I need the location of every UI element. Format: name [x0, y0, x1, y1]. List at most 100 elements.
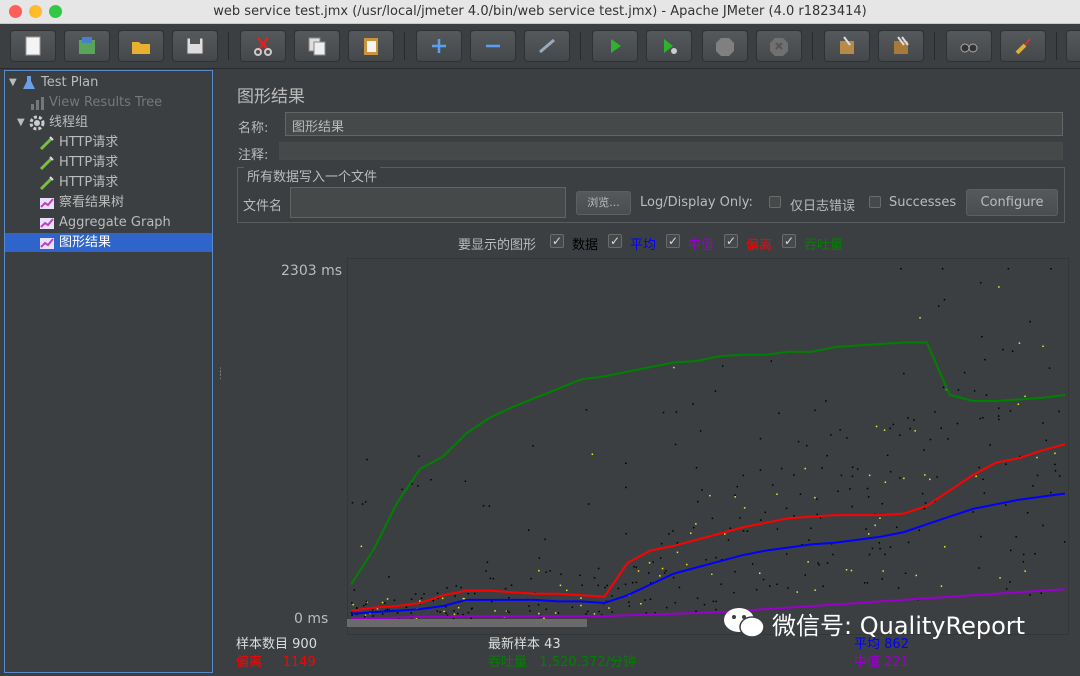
successes-checkbox[interactable]: [869, 196, 881, 208]
paste-button[interactable]: [348, 30, 394, 62]
sample-point: [759, 572, 761, 574]
sample-point: [372, 608, 374, 611]
sample-point: [528, 529, 530, 531]
sample-point: [786, 553, 788, 555]
clear-button[interactable]: [824, 30, 870, 62]
sample-point: [879, 547, 881, 550]
sample-point: [787, 587, 789, 589]
sample-point: [851, 466, 854, 468]
sample-point: [892, 423, 895, 426]
sample-point: [711, 517, 714, 520]
clear-all-button[interactable]: [878, 30, 924, 62]
sample-point: [799, 493, 802, 495]
search-button[interactable]: [946, 30, 992, 62]
tree-item-thread-group[interactable]: ▼ 线程组: [17, 113, 88, 132]
sample-point: [361, 503, 364, 505]
sample-point: [625, 462, 627, 464]
configure-button[interactable]: Configure: [966, 189, 1058, 216]
sample-point: [947, 438, 949, 440]
name-field[interactable]: 图形结果: [285, 112, 1063, 136]
tree-item-results-tree[interactable]: 察看结果树: [39, 193, 124, 212]
samples-stat: 样本数目 900: [236, 637, 317, 652]
sample-point: [903, 372, 905, 375]
sample-point: [494, 610, 496, 612]
shutdown-button[interactable]: [756, 30, 802, 62]
sample-point: [674, 443, 677, 446]
tree-item-http-request[interactable]: HTTP请求: [39, 173, 118, 192]
sample-point: [1036, 456, 1038, 459]
sample-point: [690, 532, 692, 534]
tree-item-graph-results[interactable]: 图形结果: [5, 233, 212, 252]
filename-input[interactable]: [290, 187, 566, 218]
sample-point: [1054, 470, 1057, 472]
deviation-checkbox[interactable]: ✓: [724, 234, 738, 248]
tree-item-aggregate-graph[interactable]: Aggregate Graph: [39, 213, 171, 232]
save-icon: [186, 37, 204, 55]
toggle-button[interactable]: [524, 30, 570, 62]
collapse-all-button[interactable]: [470, 30, 516, 62]
split-pane-divider[interactable]: ⋮ ⋮: [214, 70, 225, 673]
data-checkbox[interactable]: ✓: [550, 234, 564, 248]
templates-button[interactable]: [64, 30, 110, 62]
sample-point: [825, 400, 827, 402]
sample-point: [929, 478, 931, 481]
sample-point: [759, 437, 762, 440]
sample-point: [915, 574, 917, 577]
expand-arrow-icon[interactable]: ▼: [17, 113, 29, 132]
average-checkbox[interactable]: ✓: [608, 234, 622, 248]
sample-point: [1050, 268, 1052, 270]
expand-arrow-icon[interactable]: ▼: [9, 73, 21, 92]
start-no-pauses-button[interactable]: [646, 30, 692, 62]
test-plan-tree: ▼ Test Plan View Results Tree ▼ 线程组 HTTP…: [4, 70, 213, 673]
sample-point: [410, 612, 412, 614]
cut-button[interactable]: [240, 30, 286, 62]
new-button[interactable]: [10, 30, 56, 62]
throughput-checkbox[interactable]: ✓: [782, 234, 796, 248]
tree-item-http-request[interactable]: HTTP请求: [39, 153, 118, 172]
save-button[interactable]: [172, 30, 218, 62]
sample-point: [697, 501, 699, 503]
sample-point: [640, 603, 642, 605]
sample-point: [1018, 342, 1021, 344]
median-checkbox[interactable]: ✓: [666, 234, 680, 248]
sample-point: [384, 602, 386, 604]
sample-point: [608, 607, 610, 609]
sample-point: [635, 566, 637, 569]
more-toolbar-button[interactable]: [1066, 30, 1080, 62]
sample-point: [631, 581, 634, 584]
sample-point: [822, 585, 824, 587]
copy-button[interactable]: [294, 30, 340, 62]
tree-item-http-request[interactable]: HTTP请求: [39, 133, 118, 152]
sample-point: [904, 572, 907, 574]
sample-point: [874, 524, 876, 527]
chart-icon: [40, 197, 54, 209]
reset-search-button[interactable]: [1000, 30, 1046, 62]
sample-point: [957, 389, 960, 391]
horizontal-scrollbar[interactable]: [347, 619, 587, 627]
sample-point: [780, 467, 783, 470]
stop-button[interactable]: [702, 30, 748, 62]
wechat-watermark: 微信号: QualityReport: [722, 605, 1025, 641]
sample-point: [983, 492, 986, 494]
sample-point: [446, 587, 448, 589]
sample-point: [866, 487, 869, 490]
comment-field[interactable]: [279, 142, 1063, 160]
start-icon: [611, 39, 621, 53]
sample-point: [635, 581, 638, 584]
expand-all-button[interactable]: [416, 30, 462, 62]
sample-point: [751, 563, 754, 565]
sample-point: [897, 587, 900, 589]
browse-button[interactable]: 浏览...: [576, 191, 631, 215]
sample-point: [661, 567, 664, 570]
shutdown-icon: [770, 38, 788, 56]
sample-point: [528, 605, 530, 607]
sample-point: [899, 434, 901, 436]
sample-point: [624, 583, 627, 585]
start-button[interactable]: [592, 30, 638, 62]
open-button[interactable]: [118, 30, 164, 62]
errors-only-label: 仅日志错误: [790, 199, 856, 214]
tree-item-test-plan[interactable]: ▼ Test Plan: [9, 73, 98, 92]
tree-item-view-results-tree[interactable]: View Results Tree: [29, 93, 162, 112]
toolbar: [0, 24, 1080, 69]
errors-only-checkbox[interactable]: [769, 196, 781, 208]
